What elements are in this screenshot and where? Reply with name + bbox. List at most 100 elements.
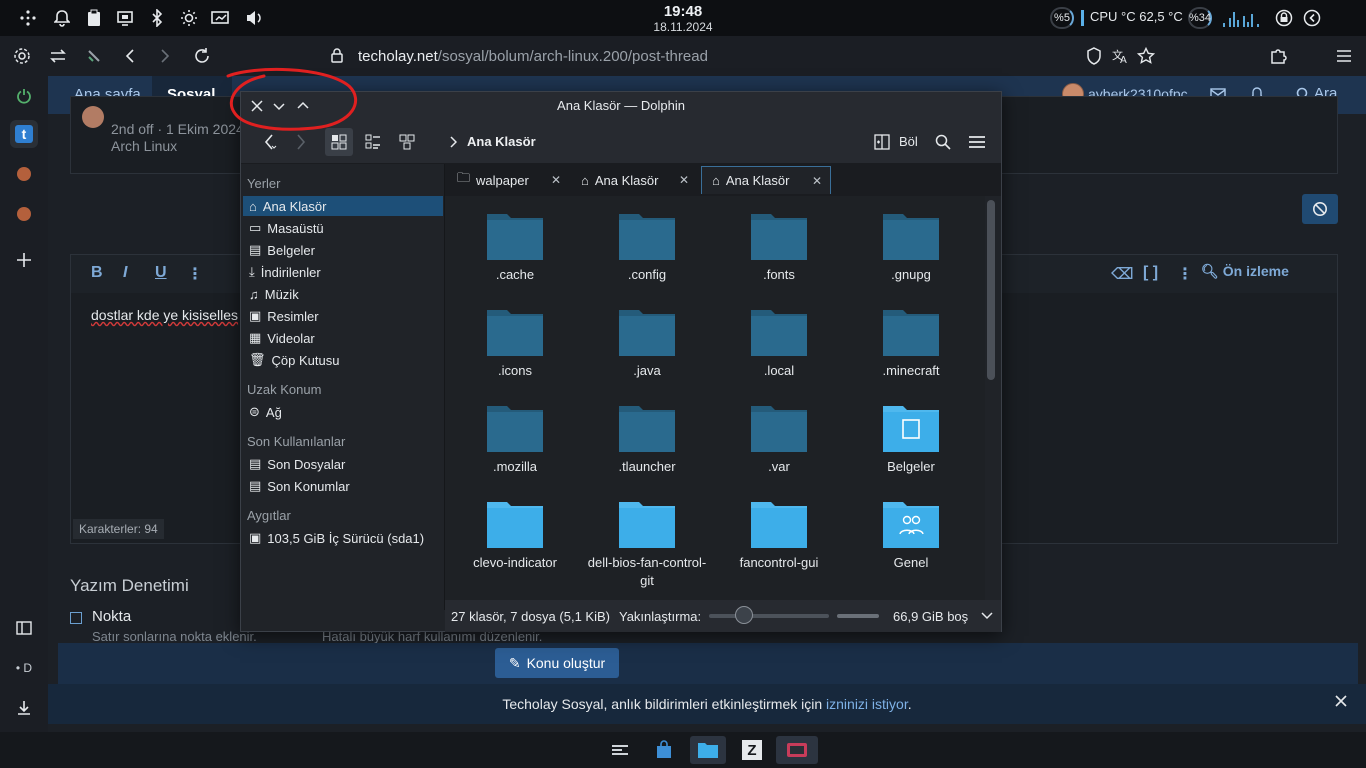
place-music[interactable]: ♫ Müzik (243, 284, 443, 304)
volume-icon[interactable] (244, 8, 264, 28)
place-home[interactable]: ⌂ Ana Klasör (243, 196, 443, 216)
place-desktop[interactable]: ▭ Masaüstü (243, 218, 443, 238)
underline-button[interactable]: U (155, 264, 167, 282)
bookmark-star-icon[interactable] (1136, 46, 1156, 66)
gpu-usage-indicator[interactable]: %34 (1188, 7, 1212, 29)
display-icon[interactable] (115, 8, 135, 28)
place-network[interactable]: ⊜ Ağ (243, 402, 443, 422)
app-sidebar-icon[interactable] (10, 200, 38, 228)
place-pictures[interactable]: ▣ Resimler (243, 306, 443, 326)
place-recent-locations[interactable]: ▤ Son Konumlar (243, 476, 443, 496)
editor-content[interactable]: dostlar kde ye kisiselles (91, 307, 238, 323)
more-options-icon[interactable]: ⋮ (1177, 264, 1193, 284)
place-drive[interactable]: ▣ 103,5 GiB İç Sürücü (sda1) (243, 528, 443, 548)
close-icon[interactable]: ✕ (812, 174, 822, 188)
monitor-icon[interactable] (211, 8, 231, 28)
menu-icon[interactable] (1334, 46, 1354, 66)
place-documents[interactable]: ▤ Belgeler (243, 240, 443, 260)
clock[interactable]: 19:48 18.11.2024 (620, 3, 746, 34)
breadcrumb[interactable]: Ana Klasör (467, 134, 536, 149)
notification-permission-link[interactable]: izninizi istiyor (826, 696, 908, 712)
add-icon[interactable] (10, 246, 38, 274)
network-icon[interactable] (18, 8, 38, 28)
chevron-down-icon[interactable] (981, 611, 993, 621)
app-sidebar-icon[interactable] (10, 160, 38, 188)
create-thread-button[interactable]: ✎ Konu oluştur (495, 648, 619, 678)
folder-item[interactable]: fancontrol-gui (713, 496, 845, 592)
italic-button[interactable]: I (123, 264, 127, 282)
settings-gear-icon[interactable] (12, 46, 32, 66)
folder-item[interactable]: Belgeler (845, 400, 977, 496)
search-icon[interactable] (929, 128, 957, 156)
translate-icon[interactable]: 文A (1110, 46, 1130, 66)
ram-usage-indicator[interactable]: %5 (1050, 7, 1074, 29)
zed-task[interactable]: Z (738, 736, 766, 764)
lock-icon[interactable] (330, 47, 344, 63)
dolphin-task[interactable] (690, 736, 726, 764)
tree-view-icon[interactable] (393, 128, 421, 156)
url-text[interactable]: techolay.net/sosyal/bolum/arch-linux.200… (358, 48, 708, 65)
eraser-icon[interactable]: ⌫ (1111, 264, 1134, 284)
hamburger-menu-icon[interactable] (963, 128, 991, 156)
folder-item[interactable]: .mozilla (449, 400, 581, 496)
folder-item[interactable]: .config (581, 208, 713, 304)
tab-home-active[interactable]: ⌂ Ana Klasör ✕ (701, 166, 831, 194)
folder-item[interactable]: .java (581, 304, 713, 400)
spellcheck-checkbox[interactable] (70, 612, 82, 624)
free-space-label[interactable]: 66,9 GiB boş (893, 609, 968, 624)
folder-item[interactable]: .cache (449, 208, 581, 304)
folder-item[interactable]: clevo-indicator (449, 496, 581, 592)
forward-arrow-icon[interactable] (155, 46, 175, 66)
clipboard-icon[interactable] (84, 8, 104, 28)
power-sidebar-icon[interactable] (10, 82, 38, 110)
post-forum[interactable]: Arch Linux (111, 138, 177, 154)
tab-home[interactable]: ⌂ Ana Klasör ✕ (571, 166, 697, 194)
folder-item[interactable]: .icons (449, 304, 581, 400)
discover-store-task[interactable] (650, 736, 678, 764)
extension-icon[interactable] (84, 46, 104, 66)
back-arrow-icon[interactable] (120, 46, 140, 66)
folder-item[interactable]: .fonts (713, 208, 845, 304)
network-graph-icon[interactable] (1222, 8, 1266, 28)
cpu-temp-label[interactable]: CPU °C 62,5 °C (1090, 9, 1183, 24)
place-downloads[interactable]: ⤓ İndirilenler (243, 262, 443, 282)
folder-item[interactable]: .local (713, 304, 845, 400)
techolay-sidebar-icon[interactable]: t (10, 120, 38, 148)
folder-item[interactable]: .var (713, 400, 845, 496)
download-icon[interactable] (10, 694, 38, 722)
shield-icon[interactable] (1084, 46, 1104, 66)
swap-icon[interactable] (48, 46, 68, 66)
status-indicator[interactable]: • D (10, 654, 38, 682)
zoom-slider[interactable] (709, 614, 829, 618)
puzzle-extension-icon[interactable] (1268, 46, 1288, 66)
avatar[interactable] (82, 106, 104, 128)
file-view[interactable]: .cache .config .fonts .gnupg .icons .java .loc… (445, 196, 985, 600)
lock-icon[interactable] (1274, 8, 1294, 28)
browser-task[interactable] (776, 736, 818, 764)
block-button[interactable] (1302, 194, 1338, 224)
close-icon[interactable]: ✕ (679, 173, 689, 187)
place-videos[interactable]: ▦ Videolar (243, 328, 443, 348)
close-icon[interactable] (1334, 694, 1348, 708)
folder-item[interactable]: .tlauncher (581, 400, 713, 496)
system-monitor-task[interactable] (606, 736, 634, 764)
folder-item[interactable]: .gnupg (845, 208, 977, 304)
split-button[interactable]: Böl (899, 134, 918, 149)
more-options-icon[interactable]: ⋮ (187, 264, 203, 284)
folder-item[interactable]: .minecraft (845, 304, 977, 400)
place-recent-files[interactable]: ▤ Son Dosyalar (243, 454, 443, 474)
reload-icon[interactable] (192, 46, 212, 66)
bold-button[interactable]: B (91, 264, 103, 282)
split-view-icon[interactable] (869, 128, 895, 156)
tab-walpaper[interactable]: 🗀︎ walpaper ✕ (447, 166, 569, 194)
spellcheck-option-label[interactable]: Nokta (92, 608, 131, 625)
panel-toggle-icon[interactable] (10, 614, 38, 642)
bluetooth-icon[interactable] (147, 8, 167, 28)
bbcode-icon[interactable]: [ ] (1143, 264, 1158, 282)
bell-icon[interactable] (52, 8, 72, 28)
power-icon[interactable] (1302, 8, 1322, 28)
scrollbar[interactable] (987, 200, 995, 380)
brightness-icon[interactable] (179, 8, 199, 28)
close-icon[interactable]: ✕ (551, 173, 561, 187)
place-trash[interactable]: 🗑︎ Çöp Kutusu (243, 350, 443, 370)
